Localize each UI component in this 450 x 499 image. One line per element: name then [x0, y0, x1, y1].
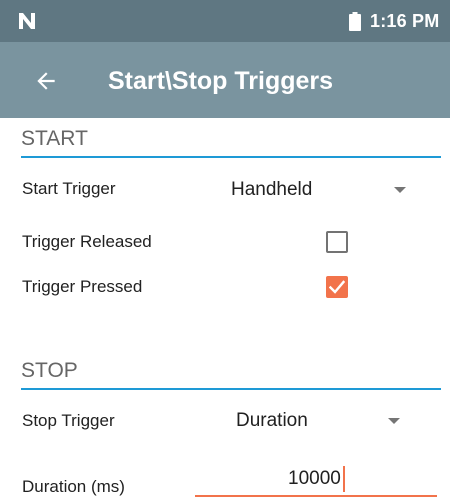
stop-trigger-dropdown[interactable]: Duration [236, 405, 436, 437]
trigger-pressed-checkbox[interactable] [326, 276, 348, 298]
duration-value: 10000 [288, 468, 341, 489]
trigger-released-checkbox[interactable] [326, 231, 348, 253]
duration-label: Duration (ms) [22, 477, 125, 496]
start-trigger-label: Start Trigger [22, 179, 116, 198]
start-trigger-value: Handheld [231, 179, 313, 200]
arrow-left-icon[interactable] [33, 68, 59, 94]
app-bar: Start\Stop Triggers [0, 42, 450, 118]
status-time: 1:16 PM [370, 11, 440, 31]
stop-trigger-label: Stop Trigger [22, 411, 115, 430]
battery-full-icon [349, 12, 361, 31]
duration-input-underline [195, 495, 437, 497]
section-header-stop: STOP [21, 358, 441, 390]
status-bar: 1:16 PM [0, 0, 450, 42]
page-title: Start\Stop Triggers [108, 67, 334, 95]
dropdown-caret-icon [388, 418, 400, 424]
trigger-released-label: Trigger Released [22, 232, 152, 251]
n-logo-icon [19, 13, 35, 29]
text-cursor [343, 466, 345, 492]
stop-trigger-value: Duration [236, 410, 308, 431]
start-trigger-dropdown[interactable]: Handheld [231, 174, 431, 206]
check-icon [329, 280, 345, 294]
trigger-pressed-label: Trigger Pressed [22, 277, 143, 296]
dropdown-caret-icon [394, 187, 406, 193]
duration-input[interactable]: 10000 [195, 465, 437, 497]
section-header-start: START [21, 126, 441, 158]
